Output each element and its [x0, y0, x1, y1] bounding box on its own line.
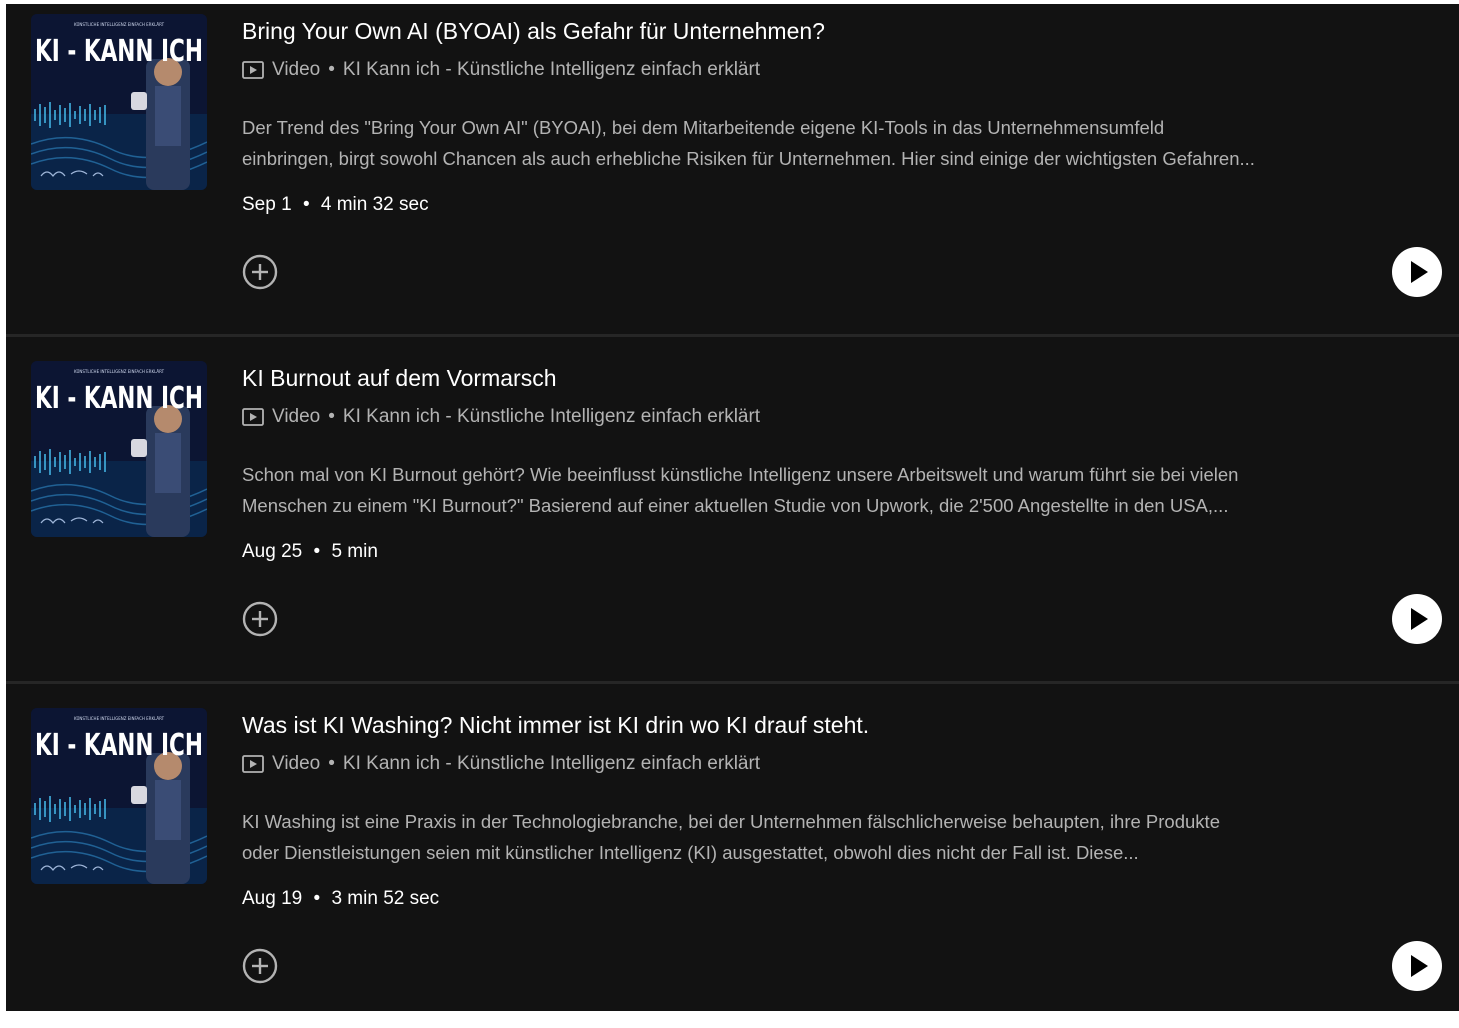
cover-tagline: KÜNSTLICHE INTELLIGENZ EINFACH ERKLÄRT	[74, 716, 165, 721]
video-play-box-icon	[242, 61, 264, 79]
episode-description-line: Der Trend des "Bring Your Own AI" (BYOAI…	[242, 117, 1165, 138]
episode-show-link[interactable]: KI Kann ich - Künstliche Intelligenz ein…	[343, 753, 760, 775]
episode-type: Video	[272, 753, 321, 774]
episode-date: Sep 1	[242, 194, 292, 215]
plus-circle-icon[interactable]	[242, 948, 278, 984]
episode-description-line: einbringen, birgt sowohl Chancen als auc…	[242, 148, 1255, 169]
episode-type: Video	[272, 406, 321, 427]
meta-separator: •	[328, 59, 335, 80]
plus-circle-icon[interactable]	[242, 601, 278, 637]
divider	[6, 334, 1459, 337]
meta-separator: •	[313, 541, 321, 562]
episode-description-line: Menschen zu einem "KI Burnout?" Basieren…	[242, 495, 1229, 516]
episode-meta: Video • KI Kann ich - Künstliche Intelli…	[242, 59, 760, 81]
episode-description: KI Washing ist eine Praxis in der Techno…	[242, 806, 1442, 868]
episode-meta: Video • KI Kann ich - Künstliche Intelli…	[242, 406, 760, 428]
meta-separator: •	[313, 888, 321, 909]
episode-date-duration: Sep 1 • 4 min 32 sec	[242, 194, 429, 216]
episode-type: Video	[272, 59, 321, 80]
video-play-box-icon	[242, 408, 264, 426]
episode-row[interactable]: KÜNSTLICHE INTELLIGENZ EINFACH ERKLÄRT K…	[6, 4, 1459, 334]
episode-title[interactable]: Was ist KI Washing? Nicht immer ist KI d…	[242, 712, 869, 739]
episode-date-duration: Aug 25 • 5 min	[242, 541, 378, 563]
episode-cover-image[interactable]: KÜNSTLICHE INTELLIGENZ EINFACH ERKLÄRT K…	[31, 708, 207, 884]
meta-separator: •	[328, 753, 335, 774]
episode-description-line: Schon mal von KI Burnout gehört? Wie bee…	[242, 464, 1239, 485]
play-circle-icon[interactable]	[1391, 246, 1443, 298]
divider	[6, 681, 1459, 684]
episode-cover-image[interactable]: KÜNSTLICHE INTELLIGENZ EINFACH ERKLÄRT K…	[31, 361, 207, 537]
episode-date: Aug 19	[242, 888, 303, 909]
cover-headline: KI - KANN ICH	[35, 728, 203, 763]
episode-row[interactable]: KÜNSTLICHE INTELLIGENZ EINFACH ERKLÄRT K…	[6, 698, 1459, 1028]
cover-tagline: KÜNSTLICHE INTELLIGENZ EINFACH ERKLÄRT	[74, 22, 165, 27]
episode-date-duration: Aug 19 • 3 min 52 sec	[242, 888, 439, 910]
episode-list: KÜNSTLICHE INTELLIGENZ EINFACH ERKLÄRT K…	[6, 4, 1459, 1011]
episode-row[interactable]: KÜNSTLICHE INTELLIGENZ EINFACH ERKLÄRT K…	[6, 351, 1459, 681]
episode-date: Aug 25	[242, 541, 303, 562]
episode-show-link[interactable]: KI Kann ich - Künstliche Intelligenz ein…	[343, 406, 760, 428]
episode-description-line: oder Dienstleistungen seien mit künstlic…	[242, 842, 1139, 863]
meta-separator: •	[328, 406, 335, 427]
play-circle-icon[interactable]	[1391, 940, 1443, 992]
episode-description-line: KI Washing ist eine Praxis in der Techno…	[242, 811, 1220, 832]
episode-title[interactable]: Bring Your Own AI (BYOAI) als Gefahr für…	[242, 18, 825, 45]
episode-cover-image[interactable]: KÜNSTLICHE INTELLIGENZ EINFACH ERKLÄRT K…	[31, 14, 207, 190]
play-circle-icon[interactable]	[1391, 593, 1443, 645]
episode-show-link[interactable]: KI Kann ich - Künstliche Intelligenz ein…	[343, 59, 760, 81]
cover-headline: KI - KANN ICH	[35, 381, 203, 416]
cover-tagline: KÜNSTLICHE INTELLIGENZ EINFACH ERKLÄRT	[74, 369, 165, 374]
episode-description: Schon mal von KI Burnout gehört? Wie bee…	[242, 459, 1442, 521]
episode-duration: 3 min 52 sec	[331, 888, 440, 909]
episode-meta: Video • KI Kann ich - Künstliche Intelli…	[242, 753, 760, 775]
episode-description: Der Trend des "Bring Your Own AI" (BYOAI…	[242, 112, 1442, 174]
plus-circle-icon[interactable]	[242, 254, 278, 290]
meta-separator: •	[302, 194, 310, 215]
episode-duration: 5 min	[331, 541, 378, 562]
video-play-box-icon	[242, 755, 264, 773]
episode-title[interactable]: KI Burnout auf dem Vormarsch	[242, 365, 557, 392]
cover-headline: KI - KANN ICH	[35, 34, 203, 69]
episode-duration: 4 min 32 sec	[320, 194, 429, 215]
